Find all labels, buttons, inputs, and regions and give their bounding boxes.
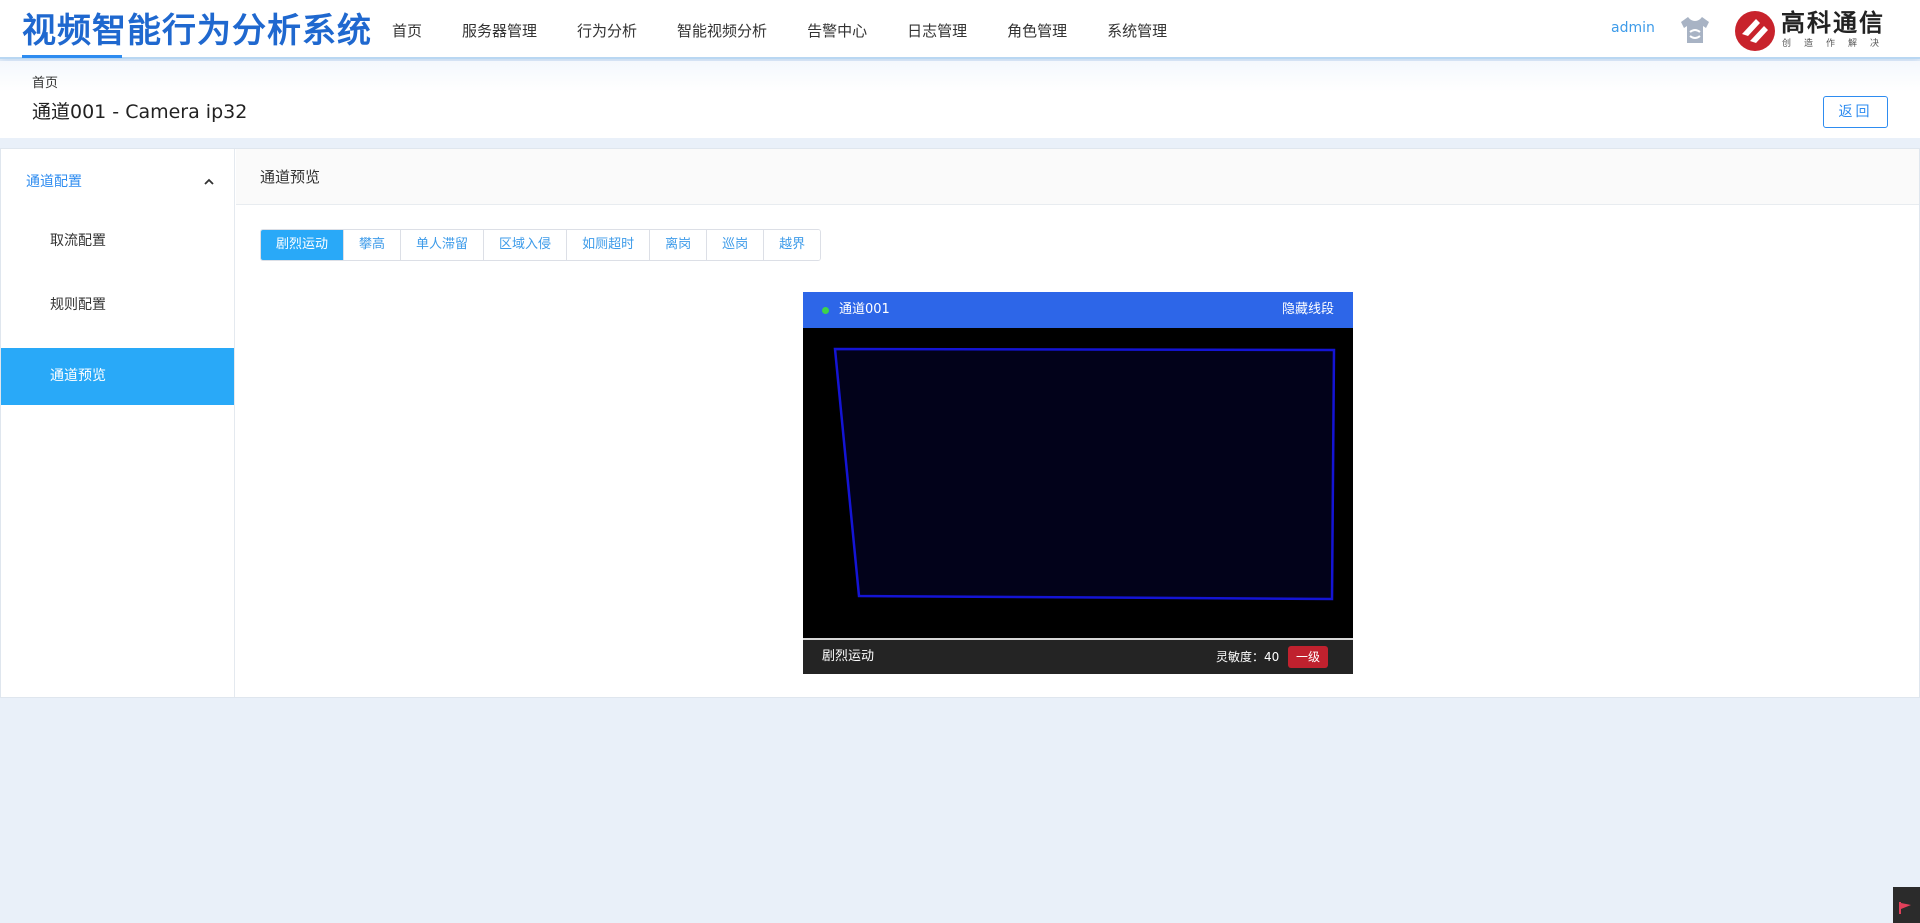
brand-slogan: 创造作解决: [1782, 39, 1893, 49]
nav-item-system-management[interactable]: 系统管理: [1107, 0, 1167, 59]
main-header: 通道预览: [236, 149, 1919, 205]
brand-logo-icon: [1735, 11, 1775, 51]
top-header: 视频智能行为分析系统 首页 服务器管理 行为分析 智能视频分析 告警中心 日志管…: [0, 0, 1920, 59]
nav-item-home[interactable]: 首页: [392, 0, 422, 59]
sidebar-group-label: 通道配置: [26, 174, 82, 190]
nav-item-behavior-analysis[interactable]: 行为分析: [577, 0, 637, 59]
page-header: 首页 通道001 - Camera ip32 返回: [0, 61, 1920, 138]
tab-area-intrusion[interactable]: 区域入侵: [484, 230, 568, 260]
online-status-dot: [822, 307, 829, 314]
chevron-up-icon: [204, 178, 214, 185]
sidebar-item-rule-config[interactable]: 规则配置: [1, 277, 234, 334]
hide-lines-button[interactable]: 隐藏线段: [1282, 292, 1334, 328]
corner-widget[interactable]: [1893, 887, 1920, 923]
tab-climbing[interactable]: 攀高: [344, 230, 402, 260]
video-header: 通道001 隐藏线段: [803, 292, 1353, 328]
detection-zone-polygon[interactable]: [833, 347, 1336, 601]
sensitivity-label: 灵敏度：: [1216, 650, 1265, 664]
rule-name: 剧烈运动: [822, 649, 875, 664]
breadcrumb[interactable]: 首页: [32, 72, 58, 91]
tab-toilet-timeout[interactable]: 如厕超时: [567, 230, 651, 260]
brand-name: 高科通信: [1781, 8, 1885, 37]
detection-zone-overlay: [833, 347, 1336, 601]
sensitivity-value: 40: [1264, 650, 1280, 664]
video-channel-name: 通道001: [839, 302, 890, 317]
nav-item-log-management[interactable]: 日志管理: [907, 0, 967, 59]
page-title: 通道001 - Camera ip32: [32, 101, 248, 123]
tab-line-crossing[interactable]: 越界: [764, 230, 821, 260]
main-content: 通道预览 剧烈运动 攀高 单人滞留 区域入侵 如厕超时 离岗 巡岗 越界 通道0…: [236, 149, 1919, 697]
theme-shirt-icon[interactable]: [1677, 15, 1713, 45]
tab-off-post[interactable]: 离岗: [650, 230, 708, 260]
behavior-tabs: 剧烈运动 攀高 单人滞留 区域入侵 如厕超时 离岗 巡岗 越界: [260, 229, 822, 261]
nav-item-server-management[interactable]: 服务器管理: [462, 0, 537, 59]
main-nav: 首页 服务器管理 行为分析 智能视频分析 告警中心 日志管理 角色管理 系统管理: [392, 0, 1207, 59]
video-preview: 通道001 隐藏线段 剧烈运动 灵敏度：40 一级: [803, 292, 1353, 674]
nav-item-alarm-center[interactable]: 告警中心: [807, 0, 867, 59]
tab-single-loitering[interactable]: 单人滞留: [401, 230, 485, 260]
main-title: 通道预览: [260, 168, 321, 186]
sidebar-group-channel-config[interactable]: 通道配置: [1, 149, 234, 213]
nav-item-video-analysis[interactable]: 智能视频分析: [677, 0, 767, 59]
sidebar-item-stream-config[interactable]: 取流配置: [1, 213, 234, 270]
nav-item-role-management[interactable]: 角色管理: [1007, 0, 1067, 59]
back-button[interactable]: 返回: [1823, 96, 1888, 128]
video-stage[interactable]: [803, 328, 1353, 638]
user-name[interactable]: admin: [1611, 20, 1655, 36]
tab-violent-motion[interactable]: 剧烈运动: [261, 230, 345, 260]
sidebar-item-channel-preview[interactable]: 通道预览: [1, 348, 234, 405]
level-badge: 一级: [1288, 646, 1329, 668]
sidebar: 通道配置 取流配置 规则配置 通道预览: [1, 149, 235, 697]
app-title: 视频智能行为分析系统: [22, 11, 372, 51]
tab-patrol[interactable]: 巡岗: [707, 230, 765, 260]
sensitivity-readout: 灵敏度：40: [1216, 640, 1279, 674]
title-underline: [22, 55, 122, 58]
content-panel: 通道配置 取流配置 规则配置 通道预览 通道预览 剧烈运动 攀高 单人滞留 区域…: [0, 148, 1920, 698]
flag-icon: [1899, 902, 1911, 914]
video-footer: 剧烈运动 灵敏度：40 一级: [803, 638, 1353, 674]
